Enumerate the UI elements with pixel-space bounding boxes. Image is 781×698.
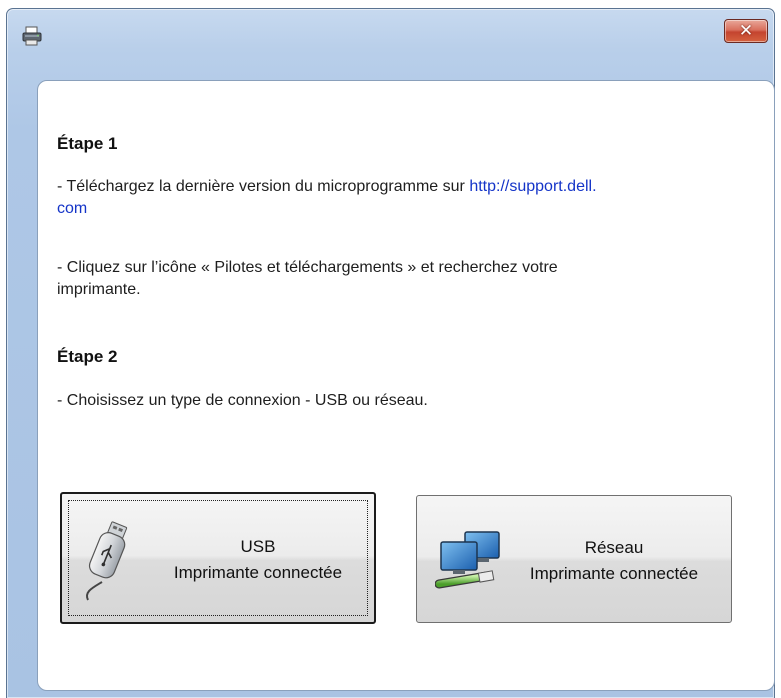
download-text: - Téléchargez la dernière version du mic…	[57, 178, 470, 195]
usb-button-label: USB Imprimante connectée	[152, 534, 364, 586]
step1-click-text: - Cliquez sur l’icône « Pilotes et téléc…	[57, 257, 757, 301]
usb-drive-icon	[86, 521, 128, 601]
support-link-continuation[interactable]: com	[57, 200, 87, 217]
step1-download-text: - Téléchargez la dernière version du mic…	[57, 176, 757, 220]
close-icon: ✕	[738, 20, 754, 41]
step2-choose-text: - Choisissez un type de connexion - USB …	[57, 392, 428, 409]
network-button[interactable]: Réseau Imprimante connectée	[416, 495, 732, 623]
network-label-line2: Imprimante connectée	[529, 564, 699, 583]
step2-title: Étape 2	[57, 347, 118, 366]
step1-title: Étape 1	[57, 134, 118, 153]
title-bar[interactable]: ✕	[7, 9, 774, 57]
printer-icon	[22, 26, 42, 46]
network-label-line1: Réseau	[584, 538, 644, 557]
dialog-window: ✕ Étape 1 - Téléchargez la dernière vers…	[6, 8, 775, 698]
network-button-label: Réseau Imprimante connectée	[509, 535, 719, 587]
usb-label-line1: USB	[240, 537, 276, 556]
close-button[interactable]: ✕	[724, 19, 768, 43]
usb-label-line2: Imprimante connectée	[173, 563, 343, 582]
support-link[interactable]: http://support.dell.	[469, 178, 596, 195]
click-text-line2: imprimante.	[57, 281, 141, 298]
network-computers-icon	[435, 531, 500, 589]
usb-button[interactable]: USB Imprimante connectée	[60, 492, 376, 624]
click-text-line1: - Cliquez sur l’icône « Pilotes et téléc…	[57, 259, 558, 276]
content-panel: Étape 1 - Téléchargez la dernière versio…	[37, 80, 775, 691]
